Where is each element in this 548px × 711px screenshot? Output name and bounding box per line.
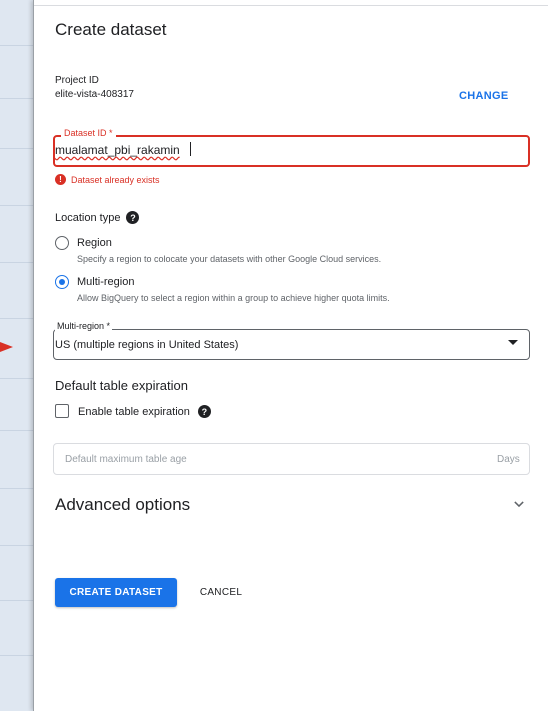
background-row <box>0 318 33 319</box>
project-id-label: Project ID <box>55 75 99 86</box>
panel-top-divider <box>34 5 548 6</box>
multi-region-value[interactable]: US (multiple regions in United States) <box>55 339 238 351</box>
region-option-description: Specify a region to colocate your datase… <box>77 254 382 264</box>
enable-table-expiration-label: Enable table expiration ? <box>78 405 211 418</box>
region-radio[interactable] <box>55 236 69 250</box>
background-row <box>0 600 33 601</box>
multi-region-option-label[interactable]: Multi-region <box>77 276 134 288</box>
annotation-arrow-icon <box>0 342 13 352</box>
dataset-id-error-text: Dataset already exists <box>71 174 160 185</box>
project-id-value: elite-vista-408317 <box>55 89 134 100</box>
multi-region-option-description: Allow BigQuery to select a region within… <box>77 293 390 303</box>
background-row <box>0 98 33 99</box>
cancel-button[interactable]: CANCEL <box>187 578 255 607</box>
enable-table-expiration-text[interactable]: Enable table expiration <box>78 406 190 418</box>
dropdown-arrow-icon[interactable] <box>508 340 518 345</box>
chevron-down-icon[interactable] <box>509 494 529 514</box>
background-row <box>0 45 33 46</box>
dataset-id-error: ! Dataset already exists <box>55 174 160 185</box>
dataset-id-label: Dataset ID * <box>61 128 116 138</box>
advanced-options-toggle[interactable]: Advanced options <box>55 495 190 515</box>
dataset-id-value[interactable]: mualamat_pbi_rakamin <box>55 143 180 157</box>
background-row <box>0 262 33 263</box>
location-type-label-text: Location type <box>55 211 121 224</box>
background-row <box>0 545 33 546</box>
background-row <box>0 430 33 431</box>
change-project-button[interactable]: CHANGE <box>459 90 508 102</box>
enable-table-expiration-checkbox[interactable] <box>55 404 69 418</box>
background-row <box>0 148 33 149</box>
panel-title: Create dataset <box>55 20 167 39</box>
background-row <box>0 205 33 206</box>
create-dataset-button[interactable]: CREATE DATASET <box>55 578 177 607</box>
default-max-table-age-placeholder: Default maximum table age <box>65 454 187 465</box>
days-suffix: Days <box>497 454 520 465</box>
background-page <box>0 0 33 711</box>
background-row <box>0 488 33 489</box>
help-icon[interactable]: ? <box>126 211 140 224</box>
location-type-label: Location type ? <box>55 211 140 224</box>
help-icon[interactable]: ? <box>197 405 211 418</box>
error-icon: ! <box>55 174 66 185</box>
text-cursor <box>190 142 191 156</box>
create-dataset-panel: Create dataset Project ID elite-vista-40… <box>33 0 548 711</box>
multi-region-label: Multi-region * <box>55 321 113 331</box>
background-row <box>0 655 33 656</box>
background-row <box>0 378 33 379</box>
default-table-expiration-title: Default table expiration <box>55 378 188 393</box>
multi-region-radio[interactable] <box>55 275 69 289</box>
region-option-label[interactable]: Region <box>77 237 112 249</box>
